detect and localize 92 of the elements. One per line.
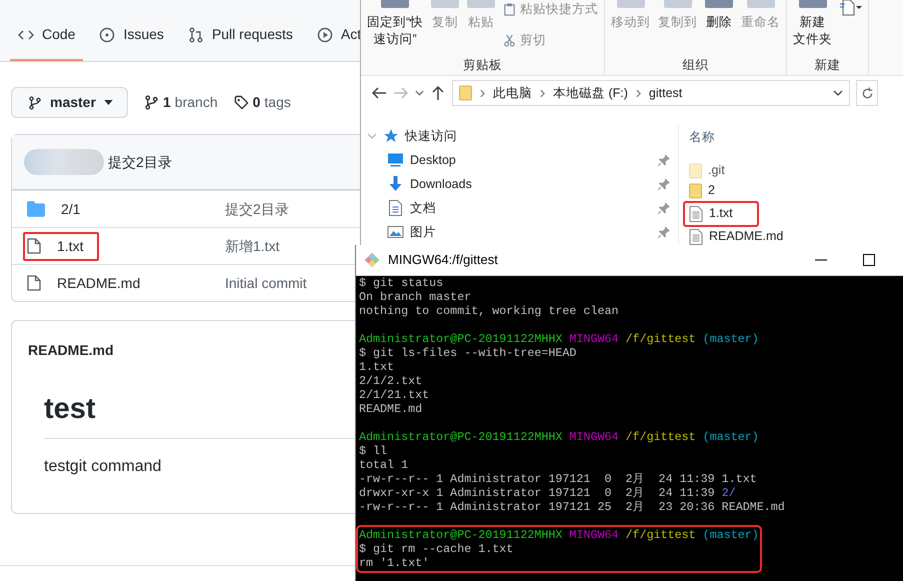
terminal-line: 1.txt [359, 360, 396, 374]
file-icon [27, 275, 41, 291]
download-arrow-icon [387, 176, 404, 192]
readme-text: testgit command [44, 456, 162, 476]
pin-icon [658, 154, 670, 166]
nav-item[interactable]: Desktop [367, 148, 678, 172]
repo-tab[interactable]: Issues [91, 24, 172, 61]
folder-icon [689, 162, 702, 179]
star-icon [383, 128, 399, 144]
file-item[interactable]: 2 [683, 180, 741, 201]
commit-message: Initial commit [225, 274, 307, 292]
pin-icon [658, 226, 670, 238]
terminal-line: Administrator@PC-20191122MHHX MINGW64 /f/gittest (master) [359, 528, 759, 542]
ribbon-button[interactable]: 新建 文件夹 [793, 0, 832, 56]
back-arrow-icon[interactable] [371, 85, 387, 101]
repo-tab[interactable]: Code [10, 24, 84, 61]
clipboard-icon [503, 2, 516, 16]
ribbon-group-label: 组织 [682, 57, 710, 74]
maximize-icon[interactable] [861, 252, 877, 268]
file-item[interactable]: 1.txt [683, 200, 759, 227]
terminal-line: 2/1/2.txt [359, 374, 424, 388]
address-bar[interactable]: 此电脑 本地磁盘 (F:) gittest [452, 80, 850, 106]
folder-icon [689, 182, 702, 199]
play-icon [316, 26, 333, 42]
terminal-line: total 1 [359, 458, 410, 472]
chevron-right-icon [540, 88, 545, 98]
terminal-line: $ ll [359, 444, 388, 458]
repo-tab[interactable]: Pull requests [180, 24, 301, 61]
scissors-icon [503, 34, 516, 47]
terminal-line: $ git status [359, 276, 444, 290]
monitor-icon [387, 152, 404, 168]
ribbon-group-label: 剪贴板 [462, 57, 504, 74]
chevron-right-icon [480, 88, 485, 98]
terminal-line: nothing to commit, working tree clean [359, 304, 619, 318]
readme-filename: README.md [28, 341, 114, 360]
branch-dropdown[interactable]: master [11, 87, 128, 118]
nav-item[interactable]: 图片 [367, 220, 678, 244]
new-item-button[interactable] [840, 0, 862, 16]
terminal-line: README.md [359, 402, 424, 416]
refresh-button[interactable] [856, 80, 878, 106]
file-link[interactable]: README.md [57, 272, 140, 294]
caret-icon [104, 100, 113, 105]
nav-item[interactable]: 文档 [367, 196, 678, 220]
terminal-line: -rw-r--r-- 1 Administrator 197121 0 2月 24 11:39 1.txt [359, 472, 758, 486]
file-icon [27, 238, 41, 254]
tag-icon [234, 95, 249, 110]
diamond-logo-icon [364, 252, 380, 268]
pin-icon [658, 178, 670, 190]
folder-icon [27, 201, 45, 217]
ribbon-group-label: 新建 [814, 57, 842, 74]
text-file-icon [689, 206, 703, 222]
quick-access-header[interactable]: 快速访问 [367, 124, 678, 148]
circle-dot-icon [99, 26, 116, 42]
terminal-line: 2/1/21.txt [359, 388, 430, 402]
window-title: MINGW64:/f/gittest [388, 251, 498, 270]
repo-tab[interactable]: Act [308, 24, 362, 61]
document-icon [387, 200, 404, 216]
chevron-down-icon[interactable] [415, 90, 424, 96]
branch-icon [144, 95, 159, 110]
refresh-icon [860, 86, 874, 100]
commit-message: 提交2目录 [225, 200, 289, 218]
nav-item[interactable]: Downloads [367, 172, 678, 196]
chevron-right-icon [636, 88, 641, 98]
commit-message: 提交2目录 [108, 152, 172, 172]
terminal-line: $ git ls-files --with-tree=HEAD [359, 346, 578, 360]
ribbon-button[interactable]: 删除 [705, 0, 734, 56]
terminal-line: Administrator@PC-20191122MHHX MINGW64 /f/gittest (master) [359, 332, 759, 346]
pull-request-icon [188, 26, 204, 42]
commit-message: 新增1.txt [225, 236, 280, 256]
up-arrow-icon[interactable] [430, 85, 446, 101]
folder-link[interactable]: 2/1 [61, 198, 80, 220]
branch-icon [28, 96, 42, 110]
picture-icon [387, 224, 404, 240]
file-item[interactable]: README.md [683, 226, 810, 246]
folder-icon [459, 85, 472, 101]
chevron-down-icon [367, 133, 377, 139]
breadcrumb[interactable]: 本地磁盘 (F:) [553, 84, 628, 102]
terminal-line: $ git rm --cache 1.txt [359, 542, 514, 556]
terminal-line: On branch master [359, 290, 472, 304]
column-header[interactable]: 名称 [689, 128, 810, 147]
breadcrumb[interactable]: 此电脑 [493, 84, 532, 102]
ribbon-button[interactable]: 固定到“快 速访问” [367, 0, 424, 56]
pin-icon [658, 202, 670, 214]
chevron-down-icon[interactable] [833, 90, 843, 96]
branch-count-link[interactable]: 1 branch [144, 92, 218, 113]
file-item[interactable]: .git [683, 160, 751, 181]
tag-count-link[interactable]: 0 tags [234, 92, 291, 113]
terminal-line: -rw-r--r-- 1 Administrator 197121 25 2月 23 20:36 README.md [359, 500, 785, 514]
terminal-line: rm '1.txt' [359, 556, 430, 570]
breadcrumb[interactable]: gittest [648, 84, 682, 102]
terminal-line: drwxr-xr-x 1 Administrator 197121 0 2月 24 11:39 2/ [359, 486, 737, 500]
terminal-line: Administrator@PC-20191122MHHX MINGW64 /f/gittest (master) [359, 430, 760, 444]
